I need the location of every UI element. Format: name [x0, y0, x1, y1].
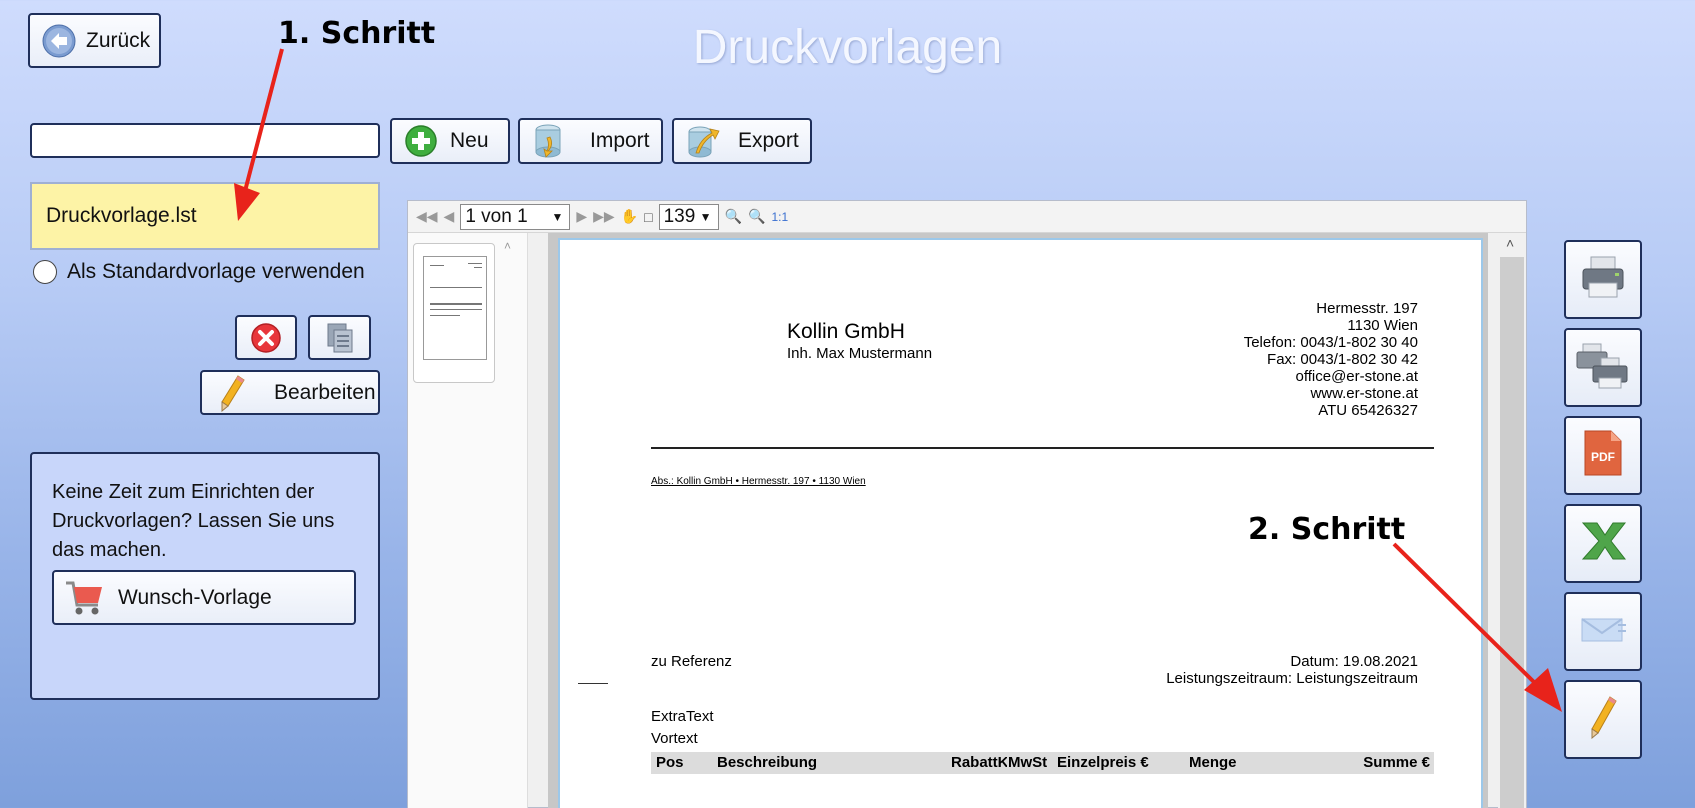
use-default-option[interactable]: Als Standardvorlage verwenden [33, 260, 365, 284]
doc-owner: Inh. Max Mustermann [787, 345, 933, 362]
search-input[interactable] [30, 123, 380, 158]
svg-text:PDF: PDF [1591, 450, 1615, 464]
import-button-label: Import [590, 129, 650, 152]
doc-company-name: Kollin GmbH [787, 320, 905, 343]
first-page-icon[interactable]: ◀◀ [416, 208, 438, 225]
shopping-cart-icon [64, 579, 104, 617]
use-default-radio[interactable] [33, 260, 57, 284]
doc-address-line: ATU 65426327 [1318, 402, 1418, 419]
pencil-icon [1588, 695, 1618, 744]
thumbnail-page [423, 256, 487, 360]
copy-button[interactable] [308, 315, 371, 360]
excel-export-button[interactable] [1564, 504, 1642, 583]
email-button[interactable] [1564, 592, 1642, 671]
zoom-select-value: 139 [663, 205, 696, 227]
step2-annotation: 2. Schritt [1248, 512, 1406, 547]
doc-extra-text: ExtraText [651, 708, 714, 725]
step1-annotation: 1. Schritt [278, 16, 436, 51]
doc-period: Leistungszeitraum: Leistungszeitraum [1166, 670, 1418, 687]
doc-address-line: www.er-stone.at [1310, 385, 1418, 402]
doc-col-description: Beschreibung [717, 754, 818, 771]
database-export-icon [688, 123, 720, 159]
page-thumbnail[interactable] [413, 243, 495, 383]
doc-col-unit-price: Einzelpreis € [1057, 754, 1149, 771]
zoom-in-icon[interactable]: 🔍 [725, 208, 742, 225]
thumbnail-pane: ˄ [408, 233, 528, 808]
custom-template-promo: Keine Zeit zum Einrichten der Druckvorla… [30, 452, 380, 700]
import-button[interactable]: Import [518, 118, 663, 164]
wish-template-label: Wunsch-Vorlage [118, 585, 272, 609]
template-list-item[interactable]: Druckvorlage.lst [30, 182, 380, 250]
preview-toolbar: ◀◀ ◀ 1 von 1 ▼ ▶ ▶▶ ✋ □ 139 ▼ 🔍 🔍 1:1 [408, 201, 1526, 233]
envelope-icon [1578, 611, 1628, 652]
doc-address-line: 1130 Wien [1347, 317, 1418, 334]
doc-col-total: Summe € [1363, 754, 1430, 771]
thumbnail-scroll-up-icon[interactable]: ˄ [504, 239, 520, 255]
pdf-export-button[interactable]: PDF [1564, 416, 1642, 495]
delete-button[interactable] [235, 315, 297, 360]
doc-address: Hermesstr. 197 1130 Wien Telefon: 0043/1… [1244, 300, 1418, 419]
previous-page-icon[interactable]: ◀ [444, 208, 455, 225]
doc-col-vat: MwSt [1008, 754, 1048, 771]
printers-icon [1575, 340, 1631, 395]
chevron-down-icon: ▼ [551, 209, 564, 224]
pencil-icon [218, 374, 246, 412]
use-default-label: Als Standardvorlage verwenden [67, 260, 365, 283]
actual-size-button[interactable]: 1:1 [771, 210, 788, 224]
page-select-value: 1 von 1 [465, 205, 528, 227]
new-button[interactable]: Neu [390, 118, 510, 164]
next-page-icon[interactable]: ▶ [576, 208, 587, 225]
doc-col-quantity: Menge [1189, 754, 1237, 771]
doc-fold-mark [578, 683, 608, 684]
print-button[interactable] [1564, 240, 1642, 319]
doc-address-line: Hermesstr. 197 [1316, 300, 1418, 317]
step1-arrow [234, 48, 284, 221]
excel-icon [1579, 519, 1627, 568]
edit-button[interactable]: Bearbeiten [200, 370, 380, 415]
export-button[interactable]: Export [672, 118, 812, 164]
page-select[interactable]: 1 von 1 ▼ [460, 203, 571, 230]
export-button-label: Export [738, 129, 799, 152]
pdf-icon: PDF [1583, 429, 1623, 482]
doc-pre-text: Vortext [651, 730, 698, 747]
doc-col-discount: RabattKo [951, 754, 1007, 771]
template-list-item-label: Druckvorlage.lst [46, 204, 197, 227]
delete-icon [250, 322, 282, 354]
zoom-box-icon[interactable]: □ [644, 209, 652, 225]
doc-sender-line: Abs.: Kollin GmbH • Hermesstr. 197 • 113… [651, 476, 866, 487]
arrow-left-icon [42, 24, 76, 58]
print-multiple-button[interactable] [1564, 328, 1642, 407]
doc-table-header: Pos Beschreibung RabattKo MwSt Einzelpre… [651, 752, 1434, 774]
back-button[interactable]: Zurück [28, 13, 161, 68]
doc-extra-block: ExtraText Vortext [651, 706, 714, 750]
last-page-icon[interactable]: ▶▶ [593, 208, 615, 225]
doc-col-pos: Pos [656, 754, 684, 771]
back-button-label: Zurück [86, 28, 151, 52]
hand-tool-icon[interactable]: ✋ [621, 208, 638, 225]
edit-template-button[interactable] [1564, 680, 1642, 759]
zoom-out-icon[interactable]: 🔍 [748, 208, 765, 225]
print-preview: ◀◀ ◀ 1 von 1 ▼ ▶ ▶▶ ✋ □ 139 ▼ 🔍 🔍 1:1 ˄ … [407, 200, 1527, 808]
step2-arrow [1392, 542, 1562, 712]
new-button-label: Neu [450, 129, 489, 152]
scroll-up-icon[interactable]: ˄ [1506, 235, 1514, 251]
wish-template-button[interactable]: Wunsch-Vorlage [52, 570, 356, 625]
doc-reference: zu Referenz [651, 653, 732, 670]
promo-text: Keine Zeit zum Einrichten der Druckvorla… [52, 481, 335, 561]
printer-icon [1579, 255, 1627, 304]
database-import-icon [534, 123, 564, 159]
doc-address-line: Fax: 0043/1-802 30 42 [1267, 351, 1418, 368]
doc-address-line: Telefon: 0043/1-802 30 40 [1243, 334, 1418, 351]
zoom-select[interactable]: 139 ▼ [658, 203, 719, 230]
doc-divider [651, 447, 1434, 449]
plus-icon [404, 124, 438, 158]
preview-scrollbar[interactable]: ˄ [1498, 233, 1526, 808]
edit-button-label: Bearbeiten [274, 380, 376, 404]
doc-date-block: Datum: 19.08.2021 Leistungszeitraum: Lei… [1166, 653, 1418, 687]
copy-icon [324, 322, 356, 354]
doc-address-line: office@er-stone.at [1295, 368, 1418, 385]
scrollbar-thumb[interactable] [1500, 257, 1524, 808]
chevron-down-icon: ▼ [699, 209, 712, 224]
doc-date: Datum: 19.08.2021 [1290, 653, 1418, 670]
